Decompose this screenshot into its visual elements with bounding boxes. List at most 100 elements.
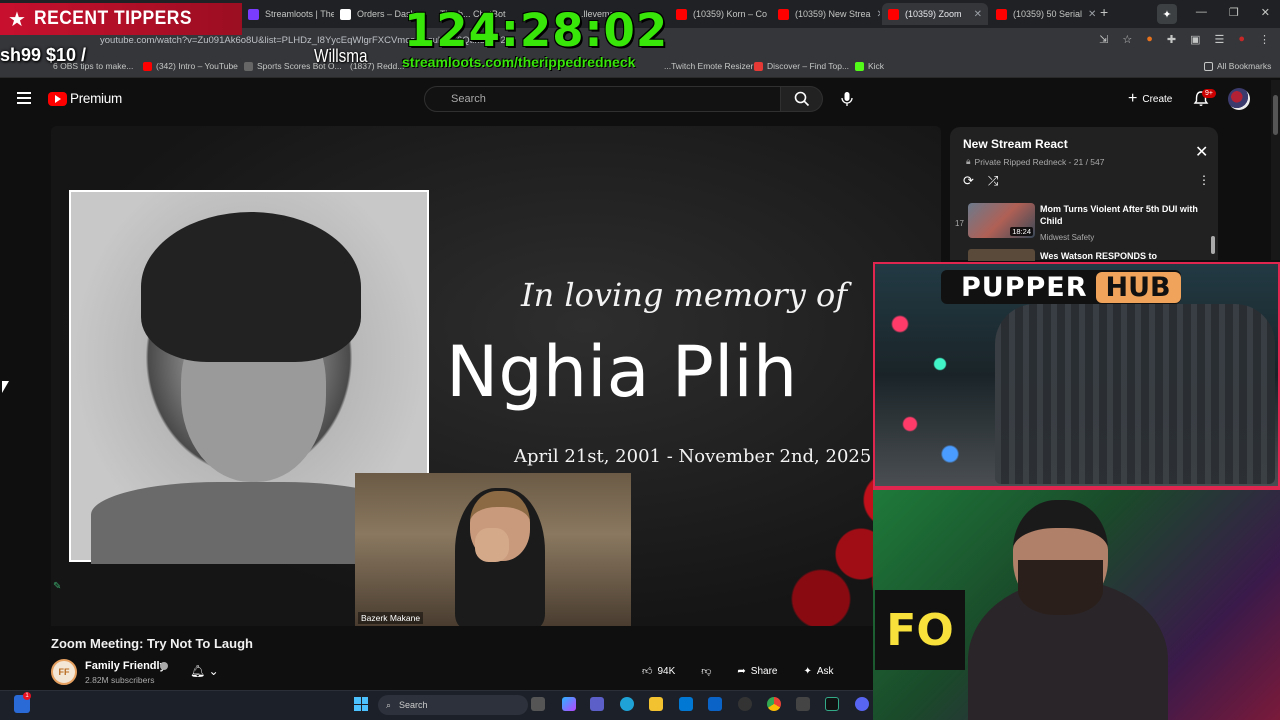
kick-icon — [855, 61, 864, 71]
bookmark-emote-resizer[interactable]: ...Twitch Emote Resizer — [664, 61, 753, 71]
create-button[interactable]: + Create — [1120, 88, 1180, 110]
star-icon[interactable]: ☆ — [1122, 33, 1132, 46]
search-input[interactable]: Search — [424, 86, 781, 112]
youtube-premium-label[interactable]: Premium — [70, 91, 122, 106]
file-explorer-icon[interactable] — [649, 697, 663, 711]
channel-name[interactable]: Family Friendly — [85, 660, 166, 672]
playlist-item-title[interactable]: Mom Turns Violent After 5th DUI with Chi… — [1040, 203, 1200, 227]
task-view-icon[interactable] — [531, 697, 545, 711]
playlist-item-index: 17 — [955, 219, 964, 228]
toolbar-icons: ⇲ ☆ ● ✚ ▣ ☰ ● ⋮ — [1099, 33, 1270, 46]
bookmark-kick[interactable]: Kick — [855, 61, 884, 71]
all-bookmarks[interactable]: All Bookmarks — [1204, 61, 1271, 71]
like-button[interactable]: 👍︎ 94K — [634, 660, 683, 682]
youtube-favicon-icon — [778, 8, 789, 20]
thumbs-up-icon: 👍︎ — [642, 666, 653, 677]
edge-icon[interactable] — [620, 697, 634, 711]
youtube-favicon-icon — [996, 8, 1007, 20]
discover-icon — [754, 61, 763, 71]
bookmark-intro[interactable]: (342) Intro – YouTube — [143, 61, 238, 71]
profile-icon[interactable]: ● — [1238, 33, 1245, 46]
close-tab-icon[interactable]: ✕ — [877, 9, 880, 20]
voice-search-button[interactable] — [834, 86, 860, 112]
thumbs-down-icon: 👎︎ — [701, 666, 712, 677]
close-tab-icon[interactable]: ✕ — [974, 9, 982, 20]
playlist-item-thumbnail[interactable] — [968, 249, 1035, 261]
tipper-name: Willsma — [314, 46, 368, 66]
globe-icon — [244, 61, 253, 71]
teams-icon[interactable] — [590, 697, 604, 711]
playlist-item-channel: Midwest Safety — [1040, 233, 1095, 242]
install-icon[interactable]: ⇲ — [1099, 33, 1108, 46]
more-vert-icon[interactable]: ⋮ — [1198, 173, 1210, 187]
playlist-title[interactable]: New Stream React — [963, 137, 1068, 151]
microphone-icon — [841, 92, 853, 106]
tab-streamloots[interactable]: Streamloots | The✕ — [242, 3, 334, 25]
youtube-logo-icon[interactable] — [48, 92, 67, 106]
loop-icon[interactable]: ⟳ — [963, 173, 974, 189]
menu-lines-icon[interactable]: ☰ — [1214, 33, 1224, 46]
share-button[interactable]: ➦ Share — [729, 660, 785, 682]
ask-button[interactable]: ✦ Ask — [795, 660, 841, 682]
bookmark-discover[interactable]: Discover – Find Top... — [754, 61, 849, 71]
subscription-bell-icon[interactable]: 🔔︎ ⌄ — [190, 664, 219, 678]
store-icon[interactable] — [679, 697, 693, 711]
search-icon — [794, 91, 809, 107]
youtube-favicon-icon — [888, 8, 899, 20]
sparkle-icon[interactable]: ✦ — [1157, 4, 1177, 24]
restore-icon[interactable]: ❐ — [1229, 6, 1239, 19]
more-vert-icon[interactable]: ⋮ — [1259, 33, 1270, 46]
sparkle-icon: ✦ — [803, 665, 812, 677]
shuffle-icon[interactable]: ⤮ — [988, 173, 998, 189]
tab-serial[interactable]: (10359) 50 Serial ✕ — [990, 3, 1096, 25]
dog-crate — [995, 304, 1275, 484]
duration-badge: 18:24 — [1010, 227, 1033, 236]
windows-start-icon[interactable] — [354, 697, 368, 711]
puzzle-icon[interactable]: ✚ — [1167, 33, 1176, 46]
christmas-lights — [880, 284, 980, 484]
close-window-icon[interactable]: ✕ — [1261, 6, 1270, 19]
new-tab-button[interactable]: + — [1100, 4, 1108, 20]
subathon-timer: 124:28:02 — [404, 4, 669, 57]
close-playlist-icon[interactable]: ✕ — [1195, 142, 1208, 162]
pupper-hub-logo: PUPPER HUB — [941, 270, 1181, 304]
tab-new-stream[interactable]: (10359) New Strea✕ — [772, 3, 880, 25]
tipper-entry: sh99 $10 / — [0, 45, 87, 65]
page-scrollbar-thumb[interactable] — [1273, 95, 1278, 135]
channel-avatar[interactable]: FF — [51, 659, 77, 685]
playlist-scrollbar[interactable] — [1211, 236, 1215, 254]
playlist-item-title[interactable]: Wes Watson RESPONDS to — [1040, 251, 1157, 261]
close-tab-icon[interactable]: ✕ — [1088, 9, 1096, 20]
hamburger-menu-icon[interactable] — [17, 92, 31, 104]
discord-icon[interactable] — [855, 697, 869, 711]
memorial-heading: In loving memory of — [521, 276, 848, 314]
edit-icon[interactable]: ✎ — [53, 581, 61, 592]
copilot-icon[interactable] — [562, 697, 576, 711]
tab-zoom-active[interactable]: (10359) Zoom ✕ — [882, 3, 988, 25]
search-icon: ⌕ — [386, 699, 392, 710]
outlook-icon[interactable] — [708, 697, 722, 711]
widgets-badge: 1 — [23, 692, 31, 700]
favicon-icon — [248, 8, 259, 20]
sidebar-icon[interactable]: ▣ — [1190, 33, 1200, 46]
tab-korn[interactable]: (10359) Korn – Co✕ — [670, 3, 770, 25]
streamer-beard — [1018, 560, 1103, 615]
chrome-icon[interactable] — [767, 697, 781, 711]
dislike-button[interactable]: 👎︎ — [693, 660, 719, 682]
subscriber-count: 2.82M subscribers — [85, 675, 155, 685]
recent-tippers-title: RECENT TIPPERS — [33, 8, 192, 29]
share-arrow-icon: ➦ — [737, 665, 746, 677]
extension-icon[interactable]: ● — [1146, 33, 1153, 46]
playlist-controls: ⟳ ⤮ — [963, 173, 998, 189]
search-button[interactable] — [781, 86, 823, 112]
obs-icon[interactable] — [738, 697, 752, 711]
playlist-item-thumbnail[interactable]: 18:24 — [968, 203, 1035, 238]
favicon-icon — [340, 8, 351, 20]
minimize-icon[interactable]: — — [1196, 6, 1207, 19]
taskbar-search[interactable]: ⌕ Search — [378, 695, 528, 715]
terminal-icon[interactable] — [825, 697, 839, 711]
video-player[interactable]: In loving memory of Nghia Plih April 21s… — [51, 126, 941, 626]
account-avatar[interactable] — [1228, 88, 1250, 110]
hub-word: HUB — [1095, 271, 1181, 303]
app-icon[interactable] — [796, 697, 810, 711]
